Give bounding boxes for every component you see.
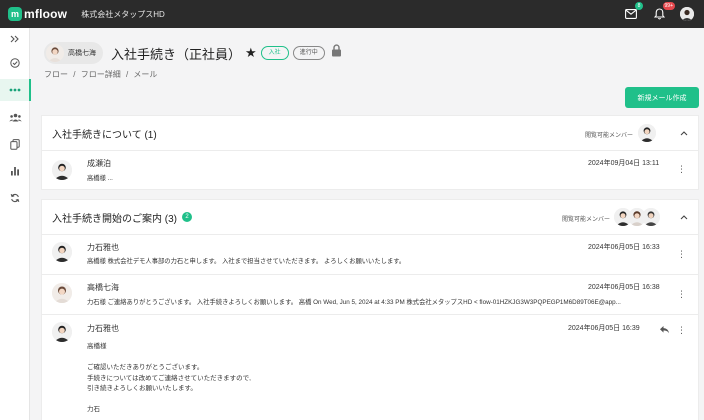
sidebar-item-members[interactable]	[0, 106, 30, 128]
message-sender: 力石雅也	[87, 324, 119, 333]
viewer-avatar[interactable]	[638, 124, 656, 142]
sidebar-collapse-icon[interactable]	[0, 28, 30, 50]
collapse-chevron-icon[interactable]	[680, 212, 688, 222]
breadcrumb-mail: メール	[133, 70, 158, 79]
message-line: 力石	[87, 406, 100, 413]
message-preview: 力石様 ご連絡ありがとうございます。 入社手続きよろしくお願いします。 高橋 O…	[87, 299, 621, 306]
type-tag: 入社	[260, 46, 289, 60]
sidebar-item-reports[interactable]	[0, 160, 30, 182]
breadcrumb-flow-detail[interactable]: フロー詳細	[81, 70, 121, 79]
breadcrumb-separator: /	[125, 70, 129, 79]
page-title: 入社手続き（正社員）	[111, 46, 242, 62]
thread-section: 入社手続き開始のご案内 (3) 2 閲覧可能メンバー 力石雅也 高橋様 株式会社…	[41, 199, 699, 420]
sidebar	[0, 28, 31, 420]
more-options-icon[interactable]: ⋮	[677, 250, 686, 259]
message-line: 引き続きよろしくお願いいたします。	[87, 385, 197, 392]
message-date: 2024年06月05日 16:33	[588, 244, 660, 251]
more-options-icon[interactable]: ⋮	[677, 290, 686, 299]
unread-badge: 2	[182, 212, 192, 222]
message-preview: 高橋様 ...	[87, 175, 113, 182]
mail-badge: 8	[635, 2, 643, 10]
company-name: 株式会社メタップスHD	[81, 9, 165, 19]
breadcrumb-flow[interactable]: フロー	[44, 70, 68, 79]
sender-avatar	[52, 322, 72, 342]
message-line	[87, 395, 251, 406]
assignee-name: 高橋七海	[68, 50, 96, 57]
new-mail-button[interactable]: 新規メール作成	[625, 87, 699, 108]
user-avatar[interactable]	[680, 7, 694, 21]
bell-icon[interactable]: 99+	[652, 2, 675, 21]
sender-avatar	[52, 160, 72, 180]
logo-text: mfloow	[24, 7, 68, 21]
message-item[interactable]: 力石雅也 高橋様 株式会社デモ人事部の力石と申します。 入社まで担当させていただ…	[42, 235, 698, 275]
message-sender: 力石雅也	[87, 243, 119, 252]
collapse-chevron-icon[interactable]	[680, 128, 688, 138]
sidebar-item-tasks[interactable]	[0, 52, 30, 74]
reply-icon[interactable]	[659, 325, 670, 336]
message-item-expanded: 力石雅也 2024年06月05日 16:39 ⋮ 高橋様 ご確認いただきありがと…	[42, 315, 698, 420]
message-preview: 高橋様 株式会社デモ人事部の力石と申します。 入社まで担当させていただきます。 …	[87, 258, 406, 265]
thread-section: 入社手続きについて (1) 閲覧可能メンバー 成瀬泊 高橋様 ... 2024年…	[41, 115, 699, 190]
thread-header[interactable]: 入社手続きについて (1) 閲覧可能メンバー	[42, 116, 698, 151]
thread-title: 入社手続きについて (1)	[52, 129, 157, 141]
message-line: ご確認いただきありがとうございます。	[87, 364, 204, 371]
logo-mark-icon: m	[8, 7, 22, 21]
message-item[interactable]: 高橋七海 力石様 ご連絡ありがとうございます。 入社手続きよろしくお願いします。…	[42, 275, 698, 315]
star-icon[interactable]: ★	[245, 45, 257, 61]
sender-avatar	[52, 283, 72, 303]
breadcrumb-separator: /	[73, 70, 76, 79]
message-item[interactable]: 成瀬泊 高橋様 ... 2024年09月04日 13:11 ⋮	[42, 151, 698, 190]
sender-avatar	[52, 242, 72, 262]
thread-header[interactable]: 入社手続き開始のご案内 (3) 2 閲覧可能メンバー	[42, 200, 698, 235]
viewer-avatar[interactable]	[642, 208, 660, 226]
app-logo[interactable]: m mfloow	[8, 7, 67, 21]
sidebar-item-flows[interactable]	[0, 79, 31, 101]
message-line: 手続きについては改めてご連絡させていただきますので,	[87, 374, 251, 382]
assignee-avatar	[46, 44, 64, 62]
mail-icon[interactable]: 8	[624, 2, 643, 21]
more-options-icon[interactable]: ⋮	[677, 165, 686, 174]
status-tag: 進行中	[292, 46, 325, 60]
message-line	[87, 353, 251, 364]
more-options-icon[interactable]: ⋮	[677, 326, 686, 335]
message-date: 2024年09月04日 13:11	[588, 160, 660, 167]
viewers-label: 閲覧可能メンバー	[585, 133, 634, 139]
message-body: 高橋様 ご確認いただきありがとうございます。 手続きについては改めてご連絡させて…	[87, 342, 251, 416]
top-bar: m mfloow 株式会社メタップスHD 8 99+	[0, 0, 704, 28]
thread-title: 入社手続き開始のご案内 (3)	[52, 213, 177, 225]
lock-icon	[331, 44, 342, 62]
main-content: 高橋七海 入社手続き（正社員） ★ 入社 進行中 フロー / フロー詳細 / メ…	[31, 28, 704, 420]
notification-badge: 99+	[662, 2, 675, 10]
breadcrumb: フロー / フロー詳細 / メール	[44, 69, 160, 80]
sidebar-item-documents[interactable]	[0, 133, 30, 155]
message-line: 高橋様	[87, 343, 107, 350]
message-sender: 高橋七海	[87, 283, 119, 292]
message-sender: 成瀬泊	[87, 159, 111, 168]
sidebar-item-sync[interactable]	[0, 187, 30, 209]
viewers-label: 閲覧可能メンバー	[562, 217, 611, 223]
message-date: 2024年06月05日 16:39	[568, 325, 640, 332]
message-date: 2024年06月05日 16:38	[588, 284, 660, 291]
assignee-chip[interactable]: 高橋七海	[44, 42, 103, 64]
